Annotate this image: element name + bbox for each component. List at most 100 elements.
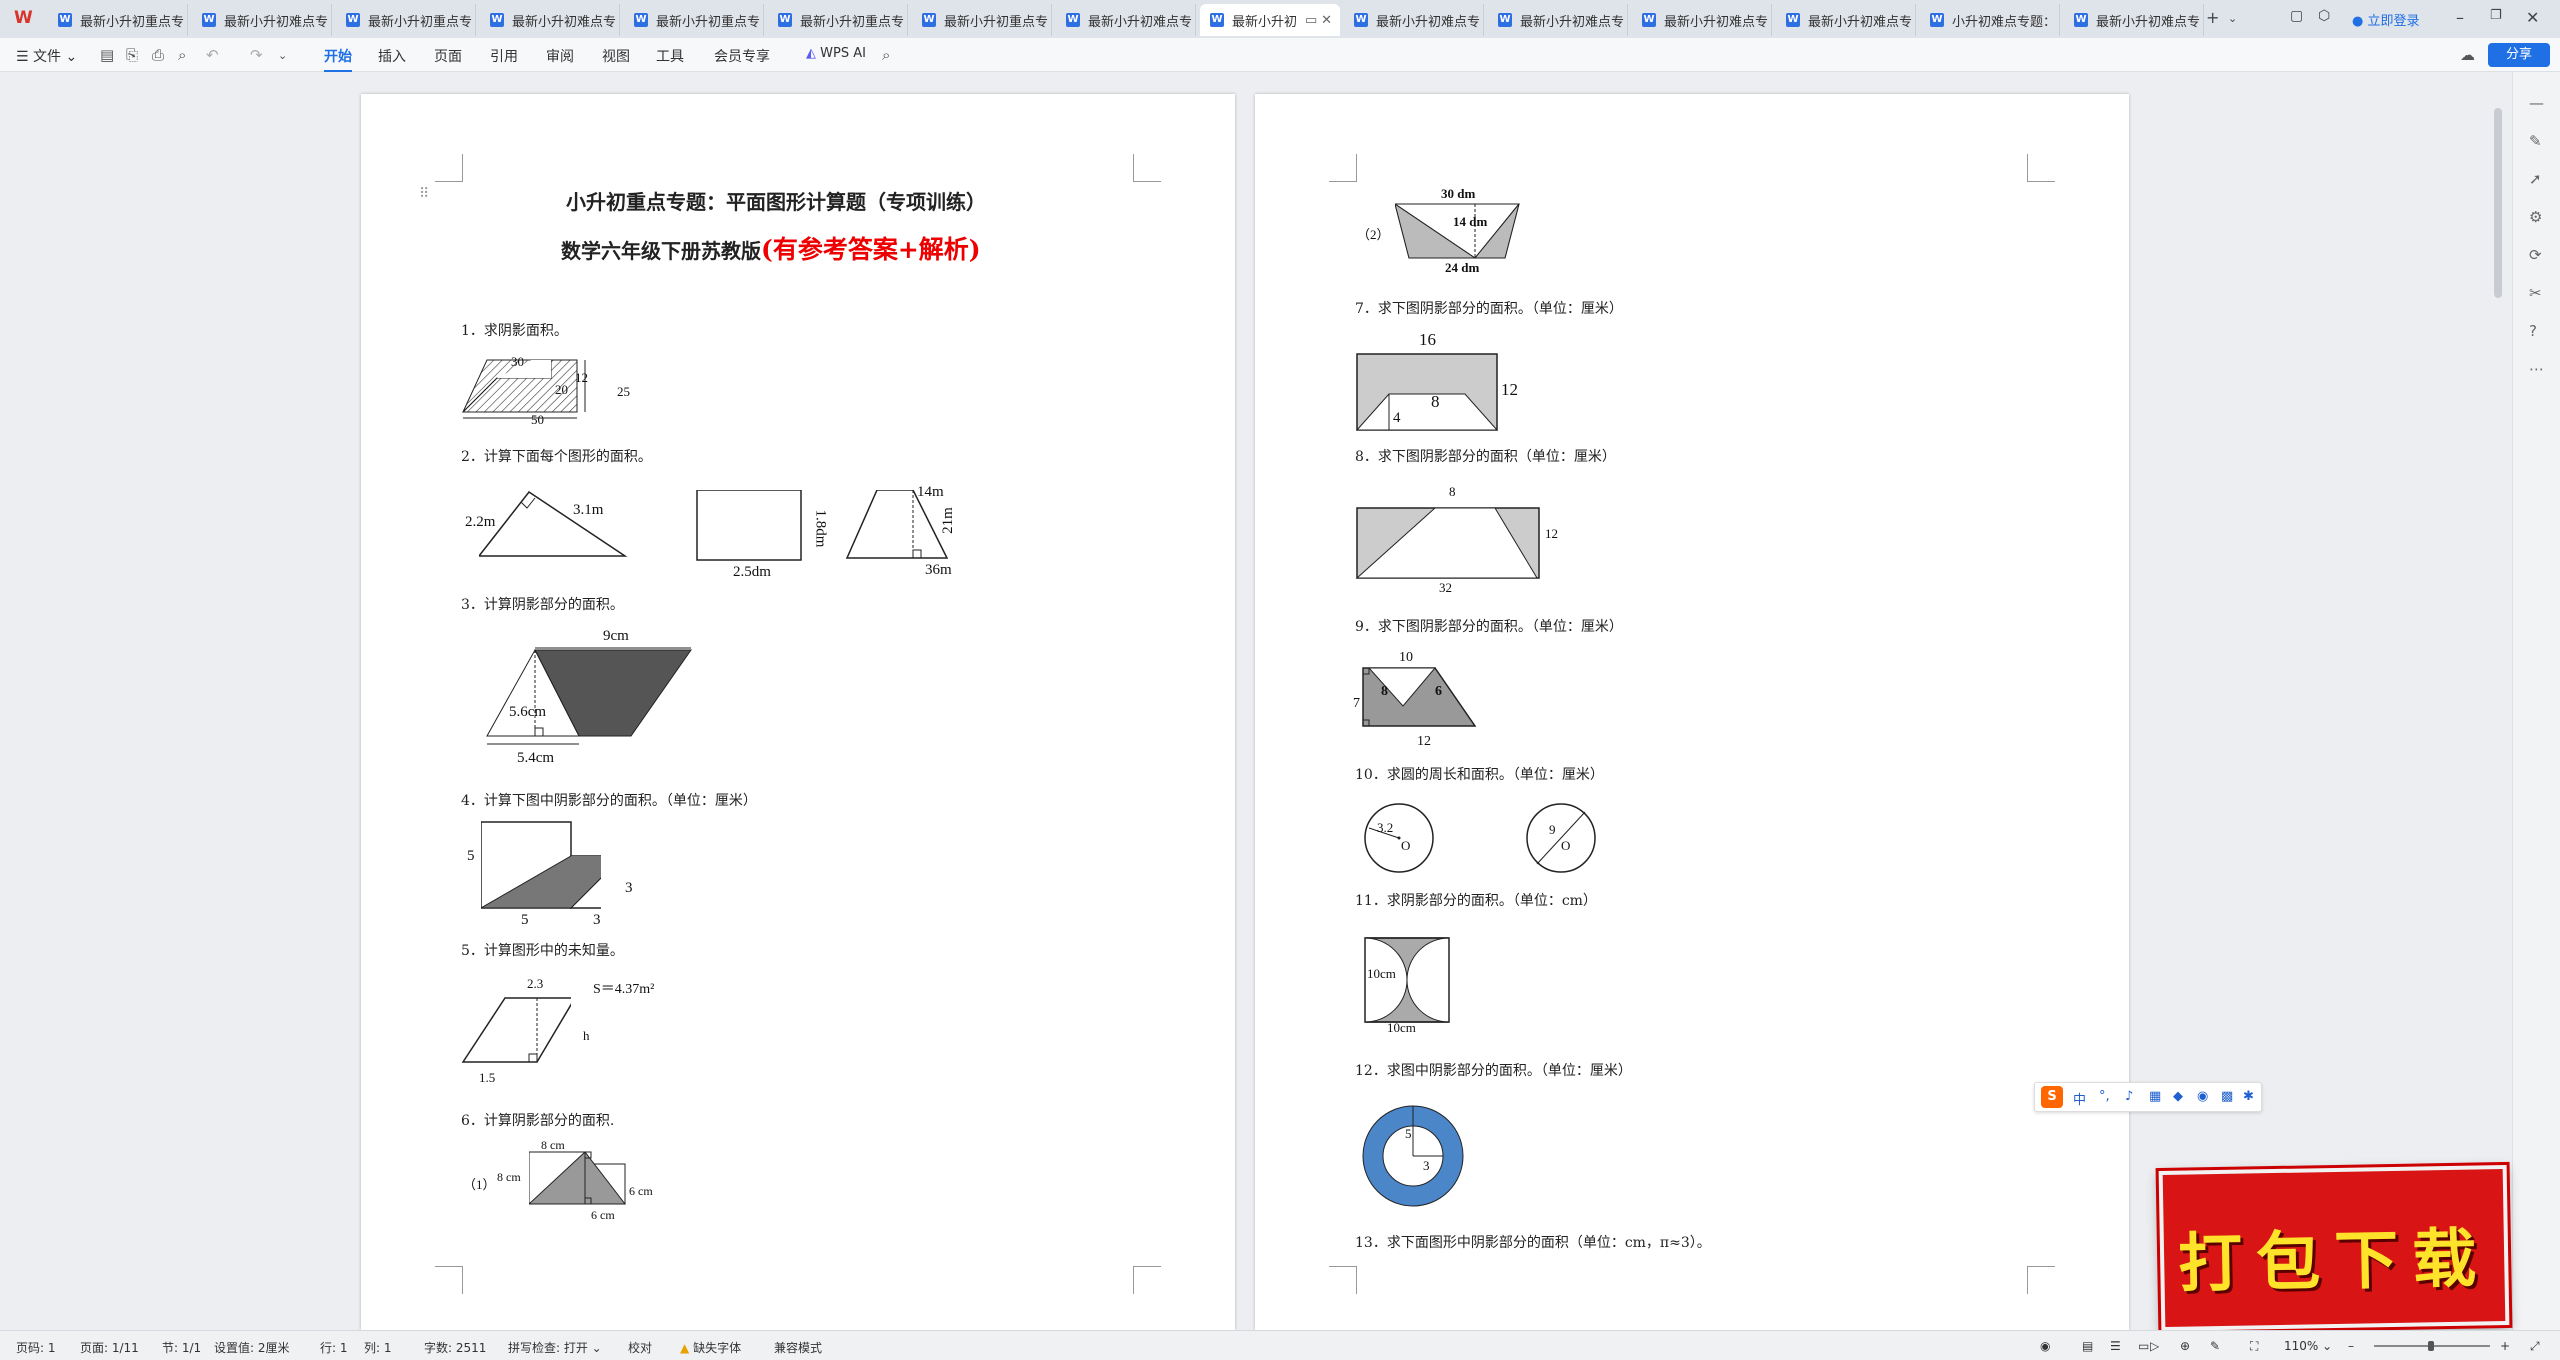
pen-icon[interactable]: ✎	[2529, 132, 2542, 150]
status-pages[interactable]: 页面: 1/11	[80, 1339, 139, 1356]
zoom-level[interactable]: 110% ⌄	[2284, 1339, 2332, 1353]
tab-label: 最新小升初难点专	[1520, 14, 1625, 30]
read-view-icon[interactable]: ▭	[2138, 1339, 2149, 1353]
vertical-scrollbar[interactable]	[2494, 108, 2502, 298]
status-words[interactable]: 字数: 2511	[424, 1339, 486, 1356]
tab-document[interactable]: W 最新小升初重点专	[624, 4, 764, 36]
tab-document[interactable]: W 最新小升初难点专	[1776, 4, 1916, 36]
monitor-icon[interactable]: ▭	[1305, 13, 1317, 28]
ribbon-tab[interactable]: 插入	[378, 46, 406, 66]
zoom-in-icon[interactable]: +	[2500, 1339, 2510, 1353]
word-doc-icon: W	[202, 13, 216, 27]
tab-document[interactable]: W 最新小升初难点专	[192, 4, 332, 36]
tab-label: 最新小升初	[1232, 14, 1298, 30]
tab-document[interactable]: W 最新小升初难点专	[1056, 4, 1196, 36]
edit-icon[interactable]: ✎	[2210, 1339, 2220, 1353]
collapse-icon[interactable]: —	[2529, 94, 2544, 112]
cloud-sync-icon[interactable]: ⟳	[2529, 246, 2542, 264]
ime-mode-label[interactable]: 中	[2073, 1089, 2086, 1108]
fullscreen-icon[interactable]: ⤢	[2530, 1339, 2540, 1354]
tab-document[interactable]: W 最新小升初 ▭ ✕	[1200, 4, 1340, 36]
restore-icon[interactable]: ❐	[2490, 8, 2502, 23]
more-chevron-icon[interactable]: ⌄	[278, 49, 287, 62]
file-menu[interactable]: ☰ 文件 ⌄	[16, 46, 77, 66]
cursor-icon[interactable]: ➚	[2529, 170, 2542, 188]
status-page[interactable]: 页码: 1	[16, 1339, 56, 1356]
ribbon-tab[interactable]: 审阅	[546, 46, 574, 66]
margin-corner	[1329, 154, 1357, 182]
preview-icon[interactable]: ⌕	[178, 46, 186, 64]
skin-icon[interactable]: ◆	[2173, 1089, 2183, 1104]
status-font[interactable]: ▲ 缺失字体	[680, 1339, 741, 1356]
tab-document[interactable]: W 最新小升初重点专	[912, 4, 1052, 36]
cloud-icon[interactable]: ☁	[2460, 46, 2475, 64]
close-icon[interactable]: ✕	[2526, 8, 2539, 27]
ribbon-tab[interactable]: 工具	[656, 46, 684, 66]
punct-icon[interactable]: °,	[2099, 1089, 2110, 1104]
apps-icon[interactable]: ▩	[2221, 1089, 2233, 1104]
tab-document[interactable]: W 最新小升初重点专	[768, 4, 908, 36]
ime-toolbar[interactable]: S 中 °, ♪ ▦ ◆ ◉ ▩ ✱	[2034, 1082, 2262, 1112]
window-icon[interactable]: ▢	[2290, 8, 2303, 24]
settings-icon[interactable]: ⚙	[2529, 208, 2542, 226]
status-setting[interactable]: 设置值: 2厘米	[214, 1339, 290, 1356]
more-icon[interactable]: ⋯	[2529, 360, 2544, 378]
margin-corner	[1133, 1266, 1161, 1294]
outline-view-icon[interactable]: ☰	[2110, 1339, 2121, 1353]
tab-document[interactable]: W 最新小升初难点专	[1488, 4, 1628, 36]
drag-handle-icon[interactable]: ⠿	[419, 186, 429, 202]
status-proof[interactable]: 校对	[628, 1339, 652, 1356]
eye-icon[interactable]: ◉	[2040, 1339, 2050, 1353]
chevron-down-icon[interactable]: ⌄	[2228, 12, 2237, 25]
help-icon[interactable]: ?	[2529, 322, 2537, 340]
ime-settings-icon[interactable]: ✱	[2243, 1089, 2254, 1104]
zoom-out-icon[interactable]: –	[2348, 1339, 2354, 1353]
ribbon-tab[interactable]: 视图	[602, 46, 630, 66]
ribbon-tab[interactable]: 开始	[324, 46, 352, 72]
undo-icon[interactable]: ↶	[206, 46, 219, 64]
label: 1.5	[479, 1070, 496, 1085]
status-compat[interactable]: 兼容模式	[774, 1339, 822, 1356]
sogou-icon[interactable]: S	[2041, 1086, 2063, 1108]
tab-document[interactable]: W 最新小升初难点专	[1344, 4, 1484, 36]
mic-icon[interactable]: ♪	[2125, 1089, 2133, 1104]
page-view-icon[interactable]: ▤	[2082, 1339, 2093, 1353]
ribbon-tab[interactable]: 会员专享	[714, 46, 770, 66]
search-icon[interactable]: ⌕	[882, 46, 890, 64]
figure-q6-1	[529, 1151, 627, 1205]
share-button[interactable]: 分享	[2488, 43, 2550, 67]
tab-document[interactable]: W 最新小升初难点专	[2064, 4, 2204, 36]
new-tab-icon[interactable]: +	[2206, 8, 2219, 27]
label: 12	[575, 370, 588, 385]
wps-logo-icon[interactable]: W	[14, 8, 36, 30]
tools-icon[interactable]: ✂	[2529, 284, 2542, 302]
minimize-icon[interactable]: –	[2456, 8, 2464, 27]
web-view-icon[interactable]: ⊕	[2180, 1339, 2190, 1353]
tab-document[interactable]: W 最新小升初难点专	[1632, 4, 1772, 36]
zoom-slider-thumb[interactable]	[2428, 1341, 2434, 1351]
keyboard-icon[interactable]: ▦	[2149, 1089, 2161, 1104]
play-icon[interactable]: ▷	[2150, 1339, 2159, 1353]
login-button[interactable]: ● 立即登录	[2352, 10, 2420, 29]
tab-document[interactable]: W 最新小升初重点专	[48, 4, 188, 36]
status-col[interactable]: 列: 1	[364, 1339, 392, 1356]
status-spell[interactable]: 拼写检查: 打开 ⌄	[508, 1339, 602, 1356]
redo-icon[interactable]: ↷	[250, 46, 263, 64]
tab-document[interactable]: W 小升初难点专题：	[1920, 4, 2060, 36]
game-icon[interactable]: ◉	[2197, 1089, 2208, 1104]
wps-ai-button[interactable]: ◭ WPS AI	[806, 46, 866, 61]
tab-document[interactable]: W 最新小升初重点专	[336, 4, 476, 36]
print-icon[interactable]: ⎙	[152, 46, 164, 64]
save-icon[interactable]: ▤	[100, 46, 114, 64]
tab-close-icon[interactable]: ✕	[1321, 13, 1332, 28]
status-row[interactable]: 行: 1	[320, 1339, 348, 1356]
tab-document[interactable]: W 最新小升初难点专	[480, 4, 620, 36]
fit-icon[interactable]: ⛶	[2250, 1339, 2258, 1354]
export-icon[interactable]: ⎘	[126, 46, 138, 64]
cube-icon[interactable]: ⬡	[2318, 8, 2330, 24]
label: 12	[1417, 734, 1431, 749]
ribbon-tab[interactable]: 引用	[490, 46, 518, 66]
ribbon-tab[interactable]: 页面	[434, 46, 462, 66]
status-section[interactable]: 节: 1/1	[162, 1339, 201, 1356]
download-badge[interactable]: 打包下载	[2158, 1164, 2510, 1332]
